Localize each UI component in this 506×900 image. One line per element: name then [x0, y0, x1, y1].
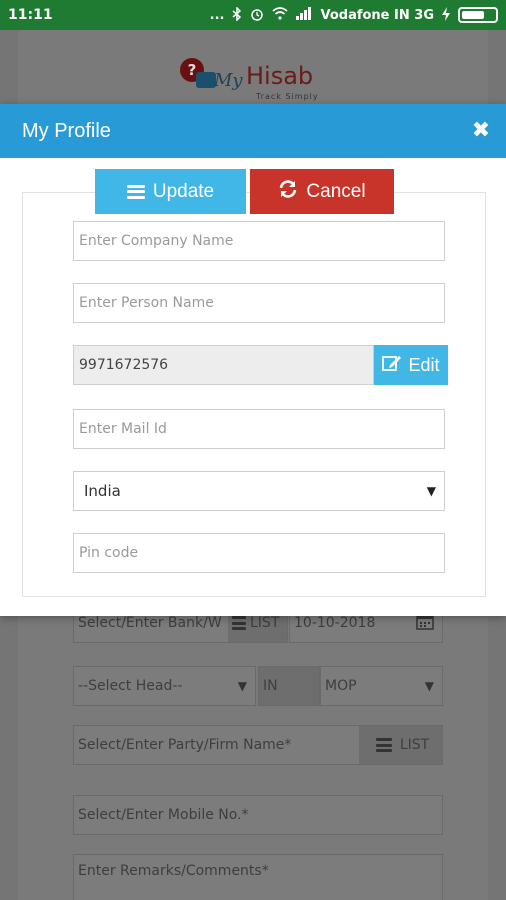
- phone-field: 9971672576: [73, 345, 374, 385]
- update-button[interactable]: Update: [95, 169, 246, 214]
- person-name-field[interactable]: [73, 283, 445, 323]
- bluetooth-icon: [232, 5, 242, 24]
- pincode-field[interactable]: [73, 533, 445, 573]
- cancel-button[interactable]: Cancel: [250, 169, 394, 214]
- logo-tagline: Track Simply: [256, 92, 319, 101]
- bars-icon: [126, 184, 145, 199]
- head-select[interactable]: --Select Head-- ▼: [73, 666, 256, 706]
- bank-placeholder: Select/Enter Bank/W: [78, 615, 222, 631]
- edit-icon: [382, 354, 402, 377]
- wifi-icon: [272, 7, 289, 23]
- mobile-input[interactable]: Select/Enter Mobile No.*: [73, 795, 443, 835]
- company-name-field[interactable]: [73, 221, 445, 261]
- mop-select[interactable]: MOP ▼: [320, 666, 443, 706]
- app-logo: ? My Hisab Track Simply: [176, 48, 326, 112]
- logo-hisab: Hisab: [246, 62, 314, 90]
- chevron-down-icon: ▼: [237, 679, 247, 693]
- carrier-label: Vodafone IN 3G: [320, 7, 434, 23]
- party-list-label: LIST: [399, 737, 430, 753]
- in-label-box: IN: [258, 666, 320, 706]
- edit-button[interactable]: Edit: [374, 345, 448, 385]
- logo-my: My: [214, 70, 243, 91]
- date-value: 10-10-2018: [294, 615, 376, 631]
- person-name-input[interactable]: [79, 295, 444, 311]
- modal-title: My Profile: [22, 119, 111, 142]
- remarks-input[interactable]: Enter Remarks/Comments*: [73, 854, 443, 900]
- party-input[interactable]: Select/Enter Party/Firm Name*: [73, 725, 360, 765]
- head-select-value: --Select Head--: [78, 678, 183, 694]
- charging-icon: [442, 6, 450, 24]
- party-list-button[interactable]: LIST: [359, 725, 443, 765]
- pincode-input[interactable]: [79, 545, 444, 561]
- alarm-icon: [250, 7, 264, 24]
- list-icon: [375, 738, 392, 752]
- remarks-placeholder: Enter Remarks/Comments*: [78, 863, 269, 879]
- cancel-label: Cancel: [306, 180, 366, 202]
- update-label: Update: [152, 180, 215, 202]
- mobile-placeholder: Select/Enter Mobile No.*: [78, 807, 249, 823]
- list-icon: [232, 616, 246, 630]
- status-bar: 11:11 ... Vodafone IN 3G: [0, 0, 506, 30]
- country-select-value: India: [84, 482, 121, 500]
- refresh-icon: [278, 179, 298, 205]
- logo-check-icon: [196, 72, 216, 88]
- edit-label: Edit: [408, 354, 440, 375]
- modal-header: My Profile ✖: [0, 104, 506, 158]
- bank-list-label: LIST: [250, 615, 280, 631]
- calendar-icon[interactable]: [416, 614, 434, 633]
- signal-icon: [296, 7, 312, 23]
- phone-value: 9971672576: [79, 357, 169, 373]
- country-select[interactable]: India ▼: [73, 471, 445, 511]
- company-name-input[interactable]: [79, 233, 444, 249]
- mail-field[interactable]: [73, 409, 445, 449]
- notification-dots: ...: [209, 7, 225, 23]
- chevron-down-icon: ▼: [424, 679, 434, 693]
- status-time: 11:11: [8, 7, 53, 23]
- close-icon[interactable]: ✖: [470, 120, 492, 142]
- mop-select-value: MOP: [325, 678, 357, 694]
- mail-input[interactable]: [79, 421, 444, 437]
- battery-icon: [458, 7, 498, 23]
- profile-modal: My Profile ✖ Update Cancel 9971672576 Ed…: [0, 104, 506, 616]
- chevron-down-icon: ▼: [426, 484, 436, 498]
- party-placeholder: Select/Enter Party/Firm Name*: [78, 737, 292, 753]
- in-label: IN: [263, 678, 278, 694]
